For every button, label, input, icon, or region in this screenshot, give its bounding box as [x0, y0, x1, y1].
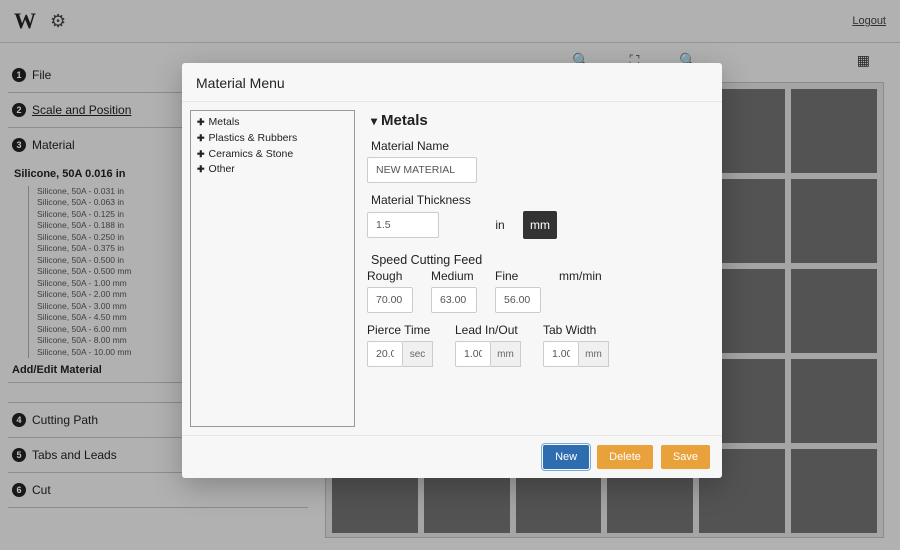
- label-feed-unit: mm/min: [559, 269, 602, 283]
- thickness-input[interactable]: [367, 212, 439, 238]
- tree-ceramics[interactable]: Ceramics & Stone: [197, 147, 348, 163]
- new-button[interactable]: New: [543, 445, 589, 469]
- fine-input[interactable]: [495, 287, 541, 313]
- label-fine: Fine: [495, 269, 541, 283]
- label-rough: Rough: [367, 269, 413, 283]
- pierce-unit: sec: [403, 341, 433, 367]
- lead-input[interactable]: [455, 341, 491, 367]
- tree-plastics[interactable]: Plastics & Rubbers: [197, 131, 348, 147]
- save-button[interactable]: Save: [661, 445, 710, 469]
- medium-input[interactable]: [431, 287, 477, 313]
- material-tree: Metals Plastics & Rubbers Ceramics & Sto…: [190, 110, 355, 427]
- material-menu-modal: Material Menu Metals Plastics & Rubbers …: [182, 63, 722, 478]
- label-medium: Medium: [431, 269, 477, 283]
- unit-mm-toggle[interactable]: mm: [523, 211, 557, 239]
- lead-unit: mm: [491, 341, 521, 367]
- tree-other[interactable]: Other: [197, 162, 348, 178]
- label-thickness: Material Thickness: [371, 193, 714, 207]
- tab-unit: mm: [579, 341, 609, 367]
- label-tab: Tab Width: [543, 323, 609, 337]
- label-feed: Speed Cutting Feed: [371, 253, 714, 267]
- unit-in-toggle[interactable]: in: [485, 211, 515, 239]
- label-lead: Lead In/Out: [455, 323, 521, 337]
- label-material-name: Material Name: [371, 139, 714, 153]
- pierce-input[interactable]: [367, 341, 403, 367]
- material-name-input[interactable]: [367, 157, 477, 183]
- section-header[interactable]: Metals: [371, 112, 714, 129]
- tab-input[interactable]: [543, 341, 579, 367]
- rough-input[interactable]: [367, 287, 413, 313]
- delete-button[interactable]: Delete: [597, 445, 653, 469]
- modal-title: Material Menu: [182, 63, 722, 101]
- label-pierce: Pierce Time: [367, 323, 433, 337]
- tree-metals[interactable]: Metals: [197, 115, 348, 131]
